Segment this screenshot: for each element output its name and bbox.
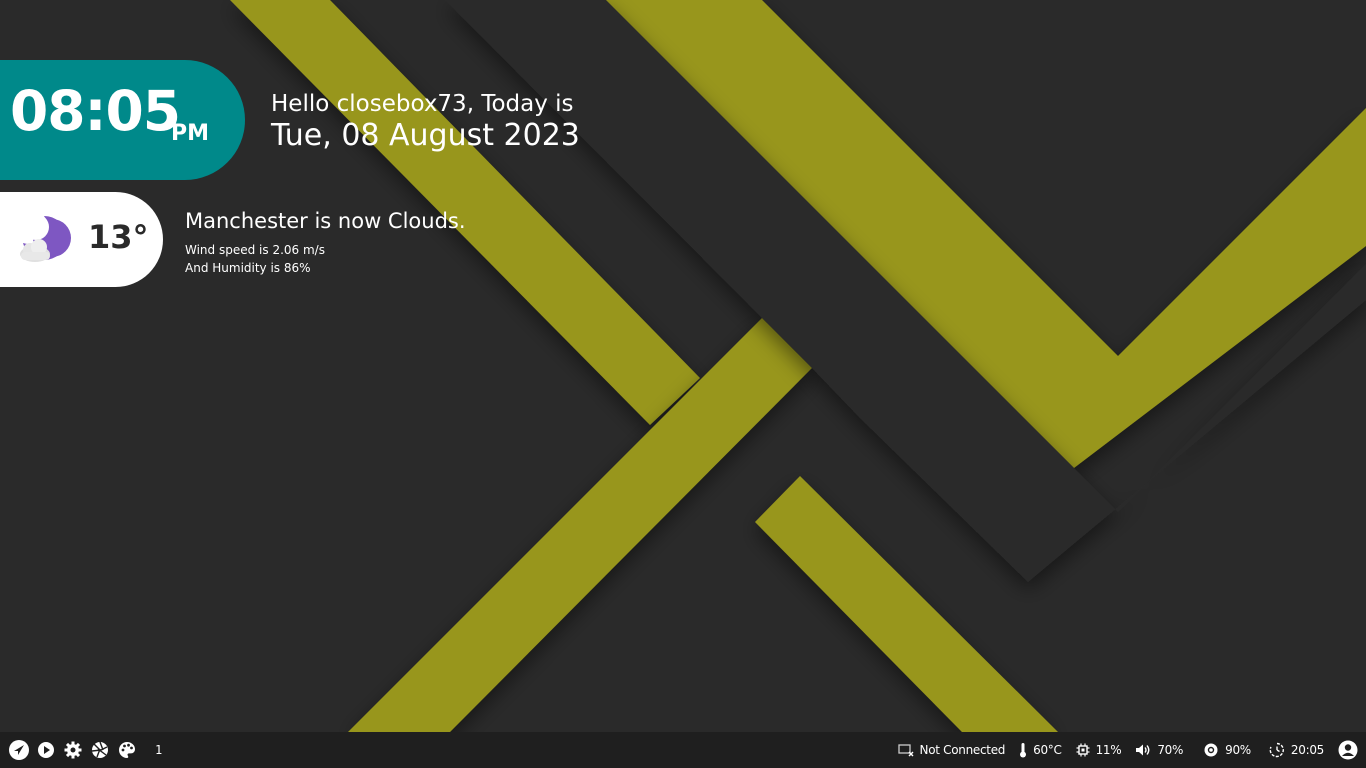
moon-cloud-icon [16,210,72,266]
network-status[interactable]: Not Connected [897,743,1006,757]
volume-value: 70% [1157,743,1184,757]
cpu-temperature-value: 60°C [1033,743,1062,757]
palette-icon[interactable] [116,739,138,761]
cpu-usage[interactable]: 11% [1076,743,1122,757]
date-text: Tue, 08 August 2023 [271,118,580,153]
brightness-value: 90% [1225,743,1251,757]
launcher-icon[interactable] [8,739,30,761]
cpu-usage-value: 11% [1095,743,1122,757]
taskbar-left: 1 [8,732,162,768]
taskbar: 1 Not Connected 60°C 11% 70% 90% 20:05 [0,732,1366,768]
cpu-temperature[interactable]: 60°C [1019,742,1062,758]
network-disconnected-icon [897,743,914,757]
volume-control[interactable]: 70% [1135,743,1183,757]
humidity: And Humidity is 86% [185,261,311,275]
clock-time: 08:05 [10,79,181,143]
thermometer-icon [1019,742,1027,758]
wind-speed: Wind speed is 2.06 m/s [185,243,325,257]
aperture-icon[interactable] [89,739,111,761]
taskbar-right: Not Connected 60°C 11% 70% 90% 20:05 [897,732,1358,768]
weather-summary: Manchester is now Clouds. [185,209,466,233]
network-label: Not Connected [919,743,1006,757]
taskbar-clock-value: 20:05 [1290,743,1324,757]
volume-icon [1135,743,1151,757]
brightness-icon [1203,742,1219,758]
temperature: 13° [88,218,149,256]
play-icon[interactable] [35,739,57,761]
brightness-control[interactable]: 90% [1203,742,1251,758]
greeting-text: Hello closebox73, Today is [271,91,574,117]
user-icon [1338,740,1358,760]
cpu-chip-icon [1076,743,1090,757]
clock-icon [1269,742,1285,758]
workspace-indicator[interactable]: 1 [155,743,162,757]
gear-icon[interactable] [62,739,84,761]
taskbar-clock[interactable]: 20:05 [1269,742,1324,758]
clock-ampm: PM [171,121,210,146]
user-menu[interactable] [1338,740,1358,760]
